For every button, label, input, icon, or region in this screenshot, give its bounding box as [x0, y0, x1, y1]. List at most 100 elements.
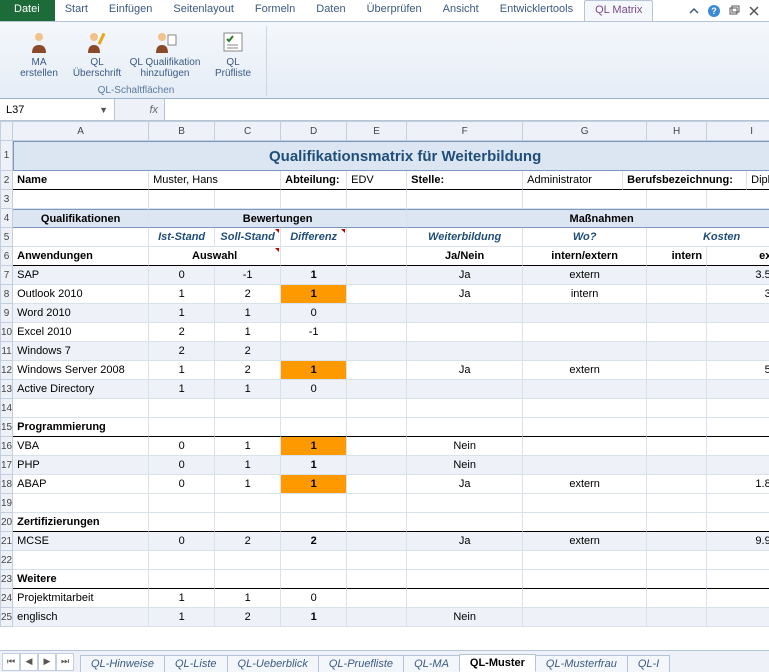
empty-cell[interactable]	[347, 475, 407, 494]
data-diff[interactable]: 1	[281, 608, 347, 627]
data-intern[interactable]	[647, 285, 707, 304]
empty-cell[interactable]	[347, 532, 407, 551]
data-weiterbildung[interactable]: Ja	[407, 285, 523, 304]
tab-data[interactable]: Daten	[306, 0, 356, 21]
sheet-nav-first[interactable]: ⏮	[2, 653, 20, 671]
data-item[interactable]: Word 2010	[13, 304, 149, 323]
empty-cell[interactable]	[523, 570, 647, 589]
data-extern[interactable]	[707, 323, 769, 342]
empty-cell[interactable]	[347, 190, 407, 209]
empty-cell[interactable]	[215, 418, 281, 437]
data-intern[interactable]	[647, 475, 707, 494]
subheader-ist[interactable]: Ist-Stand	[149, 228, 215, 247]
btn-ql-qualifikation[interactable]: QL Qualifikation hinzufügen	[126, 26, 204, 83]
section-zertifizierungen[interactable]: Zertifizierungen	[13, 513, 149, 532]
subheader-anwendungen[interactable]: Anwendungen	[13, 247, 149, 266]
empty-cell[interactable]	[647, 190, 707, 209]
value-name[interactable]: Muster, Hans	[149, 171, 281, 190]
data-intern[interactable]	[647, 437, 707, 456]
label-stelle[interactable]: Stelle:	[407, 171, 523, 190]
data-soll[interactable]: 1	[215, 475, 281, 494]
data-extern[interactable]	[707, 437, 769, 456]
empty-cell[interactable]	[707, 570, 769, 589]
empty-cell[interactable]	[407, 418, 523, 437]
data-weiterbildung[interactable]	[407, 589, 523, 608]
empty-cell[interactable]	[523, 399, 647, 418]
data-wo[interactable]	[523, 608, 647, 627]
data-diff[interactable]: 0	[281, 380, 347, 399]
data-weiterbildung[interactable]: Nein	[407, 608, 523, 627]
data-weiterbildung[interactable]	[407, 304, 523, 323]
subheader-wo[interactable]: Wo?	[523, 228, 647, 247]
sheet-tab[interactable]: QL-Pruefliste	[318, 655, 404, 672]
data-extern[interactable]	[707, 380, 769, 399]
row-header[interactable]: 18	[0, 475, 13, 494]
subheader-weiterbildung[interactable]: Weiterbildung	[407, 228, 523, 247]
empty-cell[interactable]	[347, 342, 407, 361]
column-header[interactable]: B	[149, 121, 215, 141]
data-ist[interactable]: 2	[149, 342, 215, 361]
column-header[interactable]: D	[281, 121, 347, 141]
empty-cell[interactable]	[707, 494, 769, 513]
empty-cell[interactable]	[407, 190, 523, 209]
empty-cell[interactable]	[523, 551, 647, 570]
empty-cell[interactable]	[13, 190, 149, 209]
data-ist[interactable]: 0	[149, 532, 215, 551]
empty-cell[interactable]	[347, 285, 407, 304]
empty-cell[interactable]	[13, 228, 149, 247]
header-massnahmen[interactable]: Maßnahmen	[407, 209, 769, 228]
data-weiterbildung[interactable]	[407, 380, 523, 399]
data-diff[interactable]: 1	[281, 456, 347, 475]
data-item[interactable]: Outlook 2010	[13, 285, 149, 304]
value-stelle[interactable]: Administrator	[523, 171, 623, 190]
data-item[interactable]: ABAP	[13, 475, 149, 494]
data-item[interactable]: Active Directory	[13, 380, 149, 399]
tab-formulas[interactable]: Formeln	[245, 0, 306, 21]
data-extern[interactable]	[707, 342, 769, 361]
data-soll[interactable]: 1	[215, 304, 281, 323]
value-abteilung[interactable]: EDV	[347, 171, 407, 190]
data-ist[interactable]: 0	[149, 266, 215, 285]
empty-cell[interactable]	[707, 513, 769, 532]
subheader-diff[interactable]: Differenz	[281, 228, 347, 247]
empty-cell[interactable]	[407, 513, 523, 532]
tab-insert[interactable]: Einfügen	[99, 0, 163, 21]
empty-cell[interactable]	[347, 608, 407, 627]
subheader-soll[interactable]: Soll-Stand	[215, 228, 281, 247]
sheet-title[interactable]: Qualifikationsmatrix für Weiterbildung	[13, 141, 769, 171]
window-close-icon[interactable]	[747, 4, 761, 18]
data-intern[interactable]	[647, 361, 707, 380]
empty-cell[interactable]	[347, 361, 407, 380]
empty-cell[interactable]	[281, 551, 347, 570]
btn-ql-pruefliste[interactable]: QL Prüfliste	[204, 26, 262, 83]
row-header[interactable]: 23	[0, 570, 13, 589]
data-diff[interactable]: 0	[281, 589, 347, 608]
data-intern[interactable]	[647, 323, 707, 342]
empty-cell[interactable]	[215, 551, 281, 570]
empty-cell[interactable]	[647, 513, 707, 532]
subheader-auswahl[interactable]: Auswahl	[149, 247, 281, 266]
data-soll[interactable]: 2	[215, 361, 281, 380]
data-ist[interactable]: 1	[149, 304, 215, 323]
section-programmierung[interactable]: Programmierung	[13, 418, 149, 437]
data-wo[interactable]: intern	[523, 285, 647, 304]
column-header[interactable]: H	[647, 121, 707, 141]
empty-cell[interactable]	[347, 399, 407, 418]
empty-cell[interactable]	[215, 399, 281, 418]
data-wo[interactable]: extern	[523, 532, 647, 551]
formula-input[interactable]	[165, 99, 769, 120]
data-weiterbildung[interactable]: Ja	[407, 532, 523, 551]
sheet-nav-prev[interactable]: ◀	[20, 653, 38, 671]
subheader-intern[interactable]: intern	[647, 247, 707, 266]
select-all-corner[interactable]	[0, 121, 13, 141]
empty-cell[interactable]	[407, 570, 523, 589]
btn-ma-erstellen[interactable]: MA erstellen	[10, 26, 68, 83]
data-weiterbildung[interactable]: Ja	[407, 266, 523, 285]
data-wo[interactable]: extern	[523, 361, 647, 380]
data-soll[interactable]: 1	[215, 437, 281, 456]
data-extern[interactable]	[707, 304, 769, 323]
row-header[interactable]: 24	[0, 589, 13, 608]
data-wo[interactable]	[523, 589, 647, 608]
empty-cell[interactable]	[347, 247, 407, 266]
data-diff[interactable]: 1	[281, 437, 347, 456]
